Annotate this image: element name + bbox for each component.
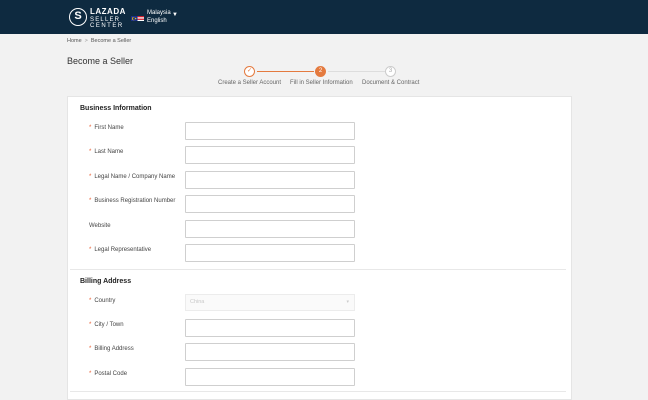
website-input[interactable]: [185, 220, 355, 238]
required-marker: *: [89, 298, 92, 304]
lazada-logo-icon[interactable]: S: [69, 8, 87, 26]
progress-stepper: ✓ 2 3 Create a Seller Account Fill in Se…: [0, 64, 648, 92]
section-divider: [70, 269, 566, 270]
company-name-label: * Legal Name / Company Name: [89, 174, 176, 180]
step-1-check-icon: ✓: [244, 66, 255, 77]
required-marker: *: [89, 247, 92, 253]
language-label: English: [147, 18, 167, 24]
city-label: * City / Town: [89, 322, 124, 328]
required-marker: *: [89, 149, 92, 155]
last-name-input[interactable]: [185, 146, 355, 164]
required-marker: *: [89, 174, 92, 180]
step-connector-2: [328, 71, 385, 72]
postal-code-input[interactable]: [185, 368, 355, 386]
required-marker: *: [89, 125, 92, 131]
last-name-label: * Last Name: [89, 149, 124, 155]
required-marker: *: [89, 322, 92, 328]
company-name-input[interactable]: [185, 171, 355, 189]
step-2-marker: 2: [315, 66, 326, 77]
first-name-input[interactable]: [185, 122, 355, 140]
step-1-label: Create a Seller Account: [218, 80, 282, 86]
required-marker: *: [89, 346, 92, 352]
business-info-title: Business Information: [80, 105, 152, 112]
chevron-down-icon: ▾: [346, 299, 349, 305]
required-marker: *: [89, 371, 92, 377]
country-select[interactable]: China ▾: [185, 294, 355, 311]
step-connector-1: [257, 71, 314, 72]
seller-form-panel: Business Information * First Name * Last N…: [67, 96, 572, 400]
step-3-label: Document & Contract: [362, 80, 420, 86]
registration-number-input[interactable]: [185, 195, 355, 213]
brand-name[interactable]: LAZADA SELLER CENTER: [90, 7, 126, 30]
required-marker: *: [89, 198, 92, 204]
top-header: S LAZADA SELLER CENTER Malaysia English …: [0, 0, 648, 34]
breadcrumb-separator: >: [84, 38, 88, 44]
step-3-marker: 3: [385, 66, 396, 77]
billing-address-input[interactable]: [185, 343, 355, 361]
breadcrumb: Home > Become a Seller: [67, 38, 131, 44]
malaysia-flag-icon[interactable]: [131, 12, 144, 21]
city-input[interactable]: [185, 319, 355, 337]
website-label: Website: [89, 223, 111, 229]
billing-address-label: * Billing Address: [89, 346, 134, 352]
registration-number-label: * Business Registration Number: [89, 198, 176, 204]
legal-representative-input[interactable]: [185, 244, 355, 262]
brand-line-3: CENTER: [90, 23, 124, 29]
breadcrumb-current: Become a Seller: [90, 38, 132, 44]
brand-line-1: LAZADA: [90, 7, 126, 16]
billing-address-title: Billing Address: [80, 278, 132, 285]
section-divider: [70, 391, 566, 392]
first-name-label: * First Name: [89, 125, 124, 131]
postal-code-label: * Postal Code: [89, 371, 128, 377]
region-selector[interactable]: Malaysia English: [147, 9, 171, 25]
caret-down-icon[interactable]: ▼: [172, 12, 178, 18]
country-select-value: China: [190, 299, 205, 305]
legal-representative-label: * Legal Representative: [89, 247, 152, 253]
country-label: Malaysia: [147, 10, 171, 16]
breadcrumb-home[interactable]: Home: [67, 38, 82, 44]
country-label: * Country: [89, 298, 116, 304]
step-2-label: Fill in Seller Information: [290, 80, 353, 86]
